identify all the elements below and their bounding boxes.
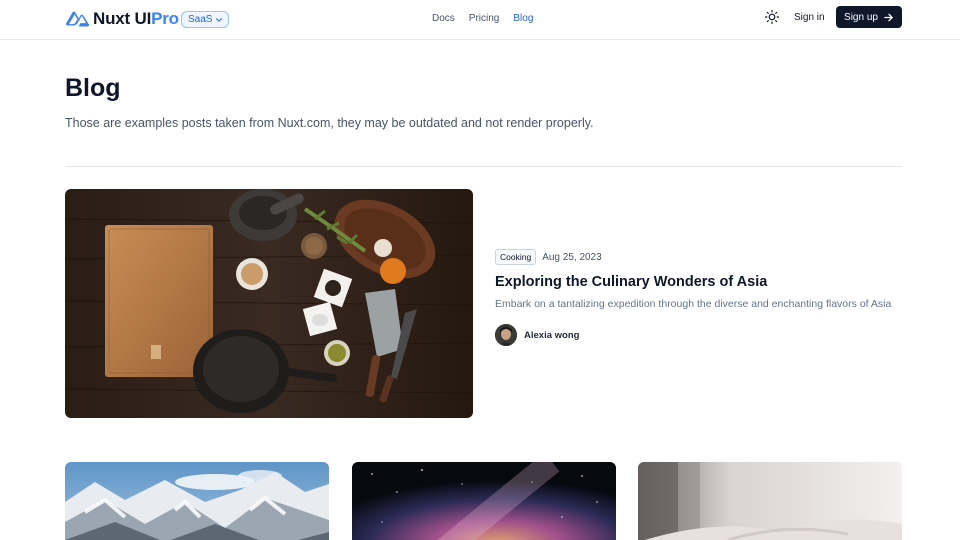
sign-up-label: Sign up [844,11,878,23]
post-author[interactable]: Alexia wong [495,324,902,346]
page-description: Those are examples posts taken from Nuxt… [65,116,594,130]
divider [65,166,902,167]
sign-in-link[interactable]: Sign in [794,11,825,25]
post-title[interactable]: Exploring the Culinary Wonders of Asia [495,273,902,291]
nav-pricing[interactable]: Pricing [469,12,500,26]
arrow-right-icon [884,13,893,21]
saas-badge-label: SaaS [188,14,213,25]
logo-text: Nuxt UIPro [93,9,179,28]
cooking-photo [65,189,473,418]
mountains-photo [65,462,329,540]
avatar [495,324,517,346]
nuxt-logo-icon [66,11,90,27]
category-badge: Cooking [495,249,537,265]
bedding-photo [638,462,902,540]
milky-way-photo [352,462,616,540]
sign-up-button[interactable]: Sign up [836,6,902,28]
post-description: Embark on a tantalizing expedition throu… [495,298,892,310]
page-title: Blog [65,74,121,102]
nav-blog[interactable]: Blog [513,12,533,26]
theme-toggle-button[interactable] [764,9,780,25]
logo[interactable]: Nuxt UIPro [65,9,179,29]
chevron-down-icon [216,17,223,22]
post-card-image-milky-way[interactable] [352,462,616,540]
featured-post-image[interactable] [65,189,473,418]
post-card-image-bedding[interactable] [638,462,902,540]
nav-docs[interactable]: Docs [432,12,455,26]
author-name: Alexia wong [524,329,580,341]
sun-icon [764,9,780,25]
top-header: Nuxt UIPro SaaS Docs Pricing Blog Sign i… [0,0,960,40]
saas-badge-dropdown[interactable]: SaaS [181,11,230,28]
post-meta: Cooking Aug 25, 2023 [495,249,902,265]
post-card-image-mountains[interactable] [65,462,329,540]
featured-post[interactable]: Cooking Aug 25, 2023 Exploring the Culin… [495,249,902,346]
post-date: Aug 25, 2023 [542,251,602,263]
main-nav: Docs Pricing Blog [432,12,533,26]
